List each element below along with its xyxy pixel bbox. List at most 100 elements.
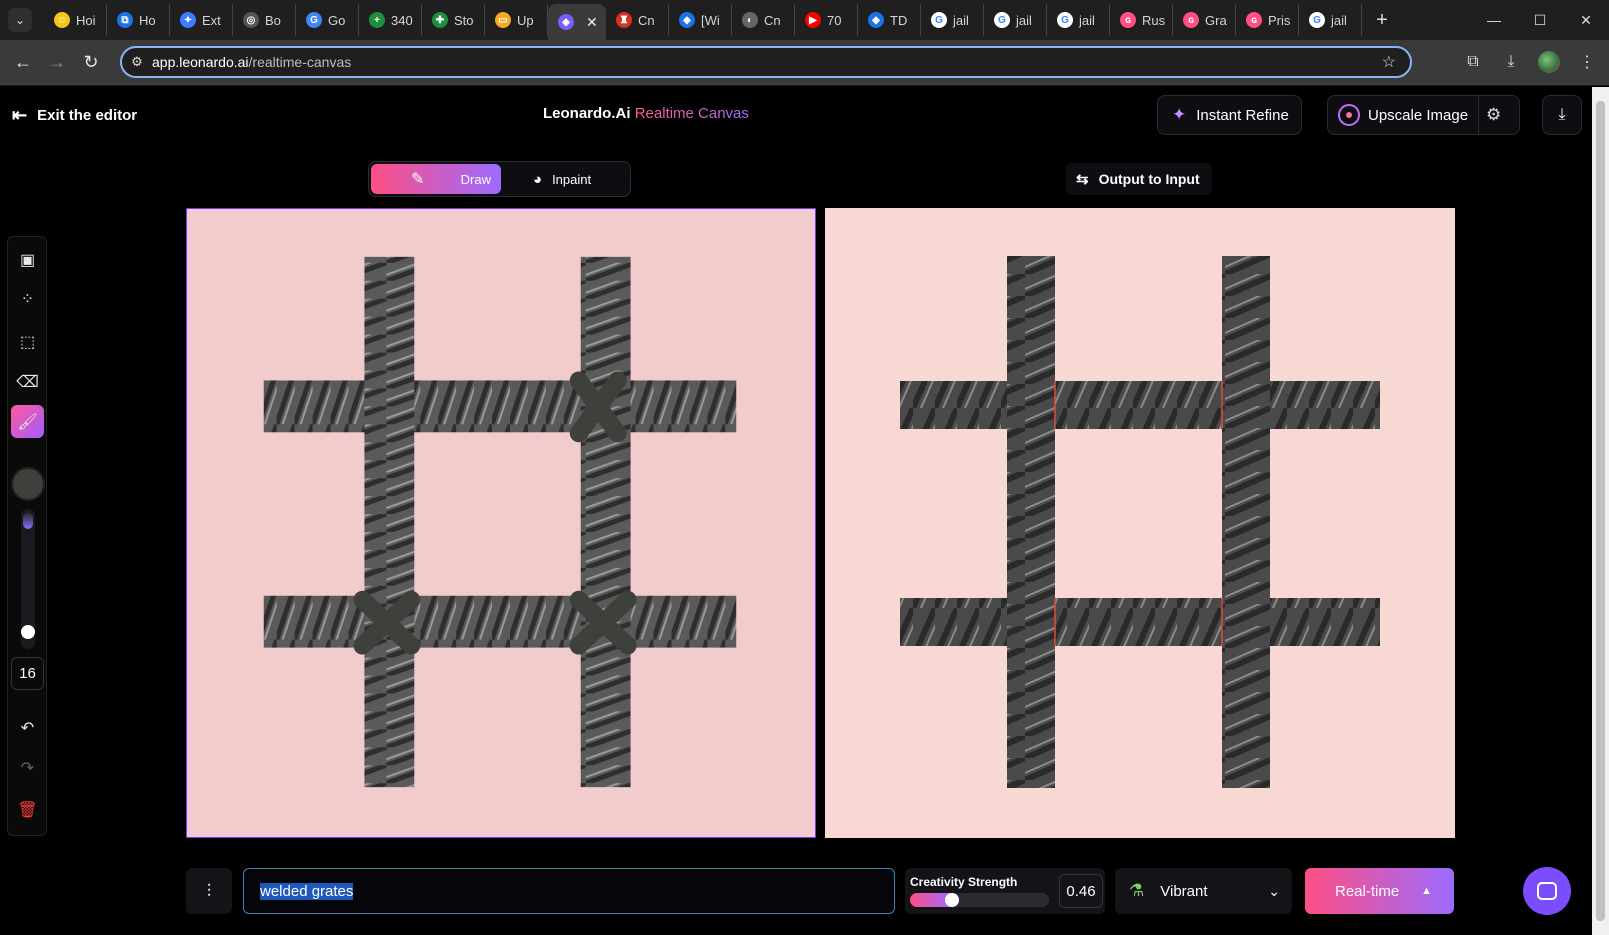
extensions-icon[interactable]: ⧉ xyxy=(1457,46,1489,78)
scrollbar-thumb[interactable] xyxy=(1596,101,1605,921)
tab-favicon-icon: ◆ xyxy=(868,12,884,28)
tab-draw[interactable]: ✎ Draw xyxy=(371,164,501,194)
browser-tab[interactable]: ☺ Hoi xyxy=(44,4,107,36)
draw-mode-icon: ✎ xyxy=(411,171,425,188)
browser-tab[interactable]: ɢ Rus xyxy=(1110,4,1173,36)
caret-up-icon[interactable]: ▲ xyxy=(1421,885,1432,897)
tab-favicon-icon: ☺ xyxy=(54,12,70,28)
upscale-image-button[interactable]: Upscale Image ⚙ xyxy=(1327,95,1520,135)
browser-tab[interactable]: +340 xyxy=(359,4,422,36)
browser-tab[interactable]: ⧉ Ho xyxy=(107,4,170,36)
style-select[interactable]: ⚗ Vibrant ⌄ xyxy=(1115,868,1292,914)
brand-name: Leonardo.Ai xyxy=(543,105,631,122)
browser-tab[interactable]: ✦ Ext xyxy=(170,4,233,36)
creativity-value[interactable]: 0.46 xyxy=(1059,874,1103,908)
image-upload-icon[interactable]: ▣ xyxy=(11,243,44,276)
trash-icon[interactable]: 🗑 xyxy=(11,793,44,826)
select-cursor-icon[interactable]: ⬚ xyxy=(11,325,44,358)
tab-label: Ho xyxy=(139,12,156,28)
redo-icon[interactable]: ↷ xyxy=(11,751,44,784)
output-to-input-label: Output to Input xyxy=(1098,171,1200,187)
browser-tab[interactable]: G Go xyxy=(296,4,359,36)
tab-inpaint[interactable]: ◕ Inpaint xyxy=(501,164,626,194)
prompt-settings-button[interactable]: ⫶ xyxy=(186,868,232,914)
browser-tab[interactable]: ◎ Bo xyxy=(233,4,296,36)
tab-label: jail xyxy=(1016,12,1032,28)
new-tab-button[interactable]: + xyxy=(1368,6,1396,34)
browser-tab[interactable]: ✚ Sto xyxy=(422,4,485,36)
site-info-icon[interactable]: ⚙ xyxy=(122,54,152,70)
browser-menu-icon[interactable]: ⋮ xyxy=(1571,46,1603,78)
download-button[interactable]: ⤓ xyxy=(1542,95,1582,135)
output-to-input-button[interactable]: ⇆ Output to Input xyxy=(1066,163,1212,195)
tab-favicon-icon: ▶ xyxy=(805,12,821,28)
tab-favicon-icon: G xyxy=(931,12,947,28)
brush-size-value[interactable]: 16 xyxy=(11,657,44,690)
tab-favicon-icon: ◎ xyxy=(243,12,259,28)
bookmark-star-icon[interactable]: ☆ xyxy=(1382,52,1396,72)
browser-tab[interactable]: ◐ Cn xyxy=(732,4,795,36)
browser-tab[interactable]: Gjail xyxy=(1047,4,1110,36)
exit-editor-button[interactable]: ⇤ Exit the editor xyxy=(12,105,137,126)
browser-tab[interactable]: ɢ Gra xyxy=(1173,4,1236,36)
browser-tab[interactable]: ◆ [Wi xyxy=(669,4,732,36)
output-canvas-art xyxy=(900,256,1380,788)
tab-label: Up xyxy=(517,12,534,28)
browser-toolbar: ← → ↻ ⚙ app.leonardo.ai/realtime-canvas … xyxy=(0,40,1609,86)
creativity-knob[interactable] xyxy=(944,893,959,907)
brush-size-slider[interactable] xyxy=(21,509,35,649)
undo-icon[interactable]: ↶ xyxy=(11,711,44,744)
prompt-input[interactable]: welded grates xyxy=(243,868,895,914)
browser-tab[interactable]: ◈ ✕ xyxy=(548,4,606,40)
maximize-button[interactable]: ☐ xyxy=(1517,0,1563,40)
rebar-horizontal-bottom xyxy=(263,595,737,648)
upscale-settings-icon[interactable]: ⚙ xyxy=(1486,105,1501,125)
realtime-button[interactable]: Real-time ▲ xyxy=(1305,868,1454,914)
tab-search-dropdown[interactable]: ⌄ xyxy=(8,8,32,32)
back-button[interactable]: ← xyxy=(6,46,40,80)
upscale-image-label: Upscale Image xyxy=(1368,106,1469,124)
upscale-atom-icon xyxy=(1338,104,1360,126)
tab-label: 70 xyxy=(827,12,842,28)
close-tab-icon[interactable]: ✕ xyxy=(586,14,598,31)
output-canvas[interactable] xyxy=(825,208,1455,838)
downloads-icon[interactable]: ⤓ xyxy=(1495,46,1527,78)
tab-favicon-icon: G xyxy=(994,12,1010,28)
browser-tab[interactable]: Gjail xyxy=(984,4,1047,36)
style-label: Vibrant xyxy=(1160,882,1208,900)
browser-tab[interactable]: ♜ Cn xyxy=(606,4,669,36)
browser-tab[interactable]: ◆ TD xyxy=(858,4,921,36)
tab-label: jail xyxy=(953,12,969,28)
browser-tab[interactable]: ɢ Pris xyxy=(1236,4,1299,36)
creativity-slider[interactable] xyxy=(910,893,1049,907)
browser-tab[interactable]: Gjail xyxy=(1299,4,1362,36)
minimize-button[interactable]: — xyxy=(1471,0,1517,40)
brush-size-fill xyxy=(23,513,33,530)
window-controls: — ☐ ✕ xyxy=(1471,0,1609,40)
eraser-icon[interactable]: ⌫ xyxy=(11,365,44,398)
tab-favicon-icon: ▭ xyxy=(495,12,511,28)
brush-size-knob[interactable] xyxy=(21,624,35,639)
reload-button[interactable]: ↻ xyxy=(74,46,108,80)
instant-refine-button[interactable]: ✦ Instant Refine xyxy=(1157,95,1302,135)
brush-color-swatch[interactable] xyxy=(11,467,45,501)
forward-button[interactable]: → xyxy=(40,46,74,80)
browser-tab[interactable]: ▶ 70 xyxy=(795,4,858,36)
tab-label: Rus xyxy=(1142,12,1166,28)
brush-icon[interactable]: 🖌 xyxy=(11,405,44,438)
drawing-canvas-art xyxy=(263,256,737,788)
profile-avatar[interactable] xyxy=(1533,46,1565,78)
address-bar[interactable]: ⚙ app.leonardo.ai/realtime-canvas ☆ xyxy=(120,46,1412,78)
tab-label: jail xyxy=(1331,12,1347,28)
drawing-canvas[interactable] xyxy=(186,208,816,838)
grid-select-icon[interactable]: ⁘ xyxy=(11,282,44,315)
instant-refine-label: Instant Refine xyxy=(1196,106,1289,124)
rebar-vertical-left xyxy=(364,256,415,788)
browser-tab[interactable]: ▭ Up xyxy=(485,4,548,36)
page-scrollbar[interactable] xyxy=(1592,87,1609,935)
palette-icon: ◕ xyxy=(533,170,543,188)
tab-label: Gra xyxy=(1205,12,1227,28)
browser-tab[interactable]: Gjail xyxy=(921,4,984,36)
chat-support-button[interactable] xyxy=(1523,867,1571,915)
close-window-button[interactable]: ✕ xyxy=(1563,0,1609,40)
